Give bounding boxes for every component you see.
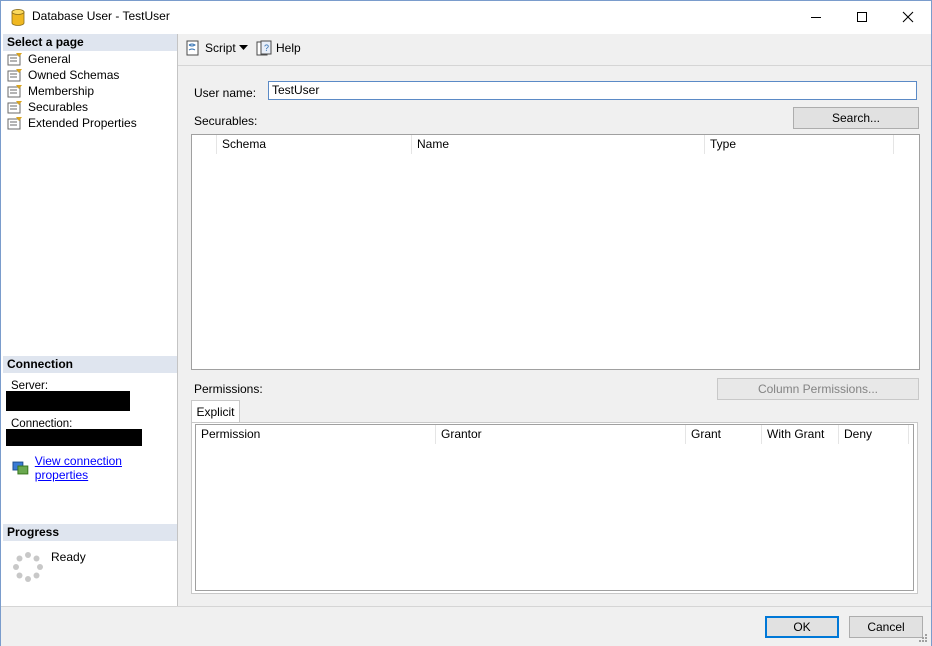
dialog-window: Database User - TestUser Select a page G… xyxy=(0,0,932,646)
script-icon xyxy=(186,40,199,56)
close-icon xyxy=(902,11,914,23)
page-item-general[interactable]: General xyxy=(7,51,71,67)
page-item-label: Securables xyxy=(28,100,89,114)
page-wrench-icon xyxy=(7,85,22,98)
securables-grid[interactable]: Schema Name Type xyxy=(191,134,920,370)
resize-grip-icon[interactable] xyxy=(918,633,928,643)
grid-row-header-column xyxy=(192,135,217,154)
tab-explicit[interactable]: Explicit xyxy=(191,400,240,423)
search-button[interactable]: Search... xyxy=(793,107,919,129)
redacted-connection-value xyxy=(6,429,142,446)
explicit-tab-panel: Permission Grantor Grant With Grant Deny xyxy=(191,422,918,594)
title-bar: Database User - TestUser xyxy=(1,1,931,33)
page-item-label: General xyxy=(28,52,71,66)
script-dropdown-button[interactable] xyxy=(239,45,248,51)
help-icon: ? xyxy=(256,40,272,56)
column-header-schema[interactable]: Schema xyxy=(217,135,412,154)
close-button[interactable] xyxy=(885,1,931,33)
page-wrench-icon xyxy=(7,117,22,130)
redacted-server-value xyxy=(6,391,130,411)
page-wrench-icon xyxy=(7,53,22,66)
progress-spinner-icon xyxy=(13,552,43,582)
column-header-permission[interactable]: Permission xyxy=(196,425,436,444)
page-item-securables[interactable]: Securables xyxy=(7,99,88,115)
page-item-owned-schemas[interactable]: Owned Schemas xyxy=(7,67,119,83)
connection-header: Connection xyxy=(3,356,177,373)
page-wrench-icon xyxy=(7,69,22,82)
ok-button[interactable]: OK xyxy=(765,616,839,638)
window-title: Database User - TestUser xyxy=(32,9,170,23)
script-button[interactable]: Script xyxy=(185,40,236,56)
minimize-button[interactable] xyxy=(793,1,839,33)
permissions-grid-header: Permission Grantor Grant With Grant Deny xyxy=(196,425,909,444)
view-connection-properties-link[interactable]: View connection properties xyxy=(12,454,177,482)
user-name-label: User name: xyxy=(194,86,257,100)
help-button[interactable]: ? Help xyxy=(256,40,301,56)
progress-header: Progress xyxy=(3,524,177,541)
securables-grid-header: Schema Name Type xyxy=(192,135,894,154)
maximize-icon xyxy=(857,12,867,22)
dialog-footer: OK Cancel xyxy=(1,606,931,646)
column-header-with-grant[interactable]: With Grant xyxy=(762,425,839,444)
permissions-grid[interactable]: Permission Grantor Grant With Grant Deny xyxy=(195,424,914,591)
securables-label: Securables: xyxy=(194,114,258,128)
cancel-button[interactable]: Cancel xyxy=(849,616,923,638)
page-item-label: Extended Properties xyxy=(28,116,137,130)
column-header-deny[interactable]: Deny xyxy=(839,425,909,444)
toolbar: Script ? Help xyxy=(178,34,931,66)
column-permissions-button[interactable]: Column Permissions... xyxy=(717,378,919,400)
column-header-grant[interactable]: Grant xyxy=(686,425,762,444)
page-item-label: Membership xyxy=(28,84,95,98)
permissions-label: Permissions: xyxy=(194,382,263,396)
left-pane: Select a page General Owned Schemas Memb… xyxy=(3,34,178,606)
minimize-icon xyxy=(811,17,821,18)
select-page-header: Select a page xyxy=(3,34,177,51)
page-item-label: Owned Schemas xyxy=(28,68,120,82)
help-label: Help xyxy=(276,41,301,55)
svg-text:?: ? xyxy=(264,43,269,53)
maximize-button[interactable] xyxy=(839,1,885,33)
page-item-membership[interactable]: Membership xyxy=(7,83,94,99)
column-header-name[interactable]: Name xyxy=(412,135,705,154)
page-item-extended-properties[interactable]: Extended Properties xyxy=(7,115,137,131)
user-name-input[interactable]: TestUser xyxy=(268,81,917,100)
script-label: Script xyxy=(205,41,236,55)
page-wrench-icon xyxy=(7,101,22,114)
column-header-type[interactable]: Type xyxy=(705,135,894,154)
column-header-grantor[interactable]: Grantor xyxy=(436,425,686,444)
view-connection-properties-label: View connection properties xyxy=(34,454,122,482)
progress-status: Ready xyxy=(51,550,86,564)
database-icon xyxy=(11,9,25,26)
connection-properties-icon xyxy=(12,461,29,475)
main-pane: Script ? Help User name: TestUser Secura… xyxy=(178,34,931,606)
chevron-down-icon xyxy=(239,45,248,50)
